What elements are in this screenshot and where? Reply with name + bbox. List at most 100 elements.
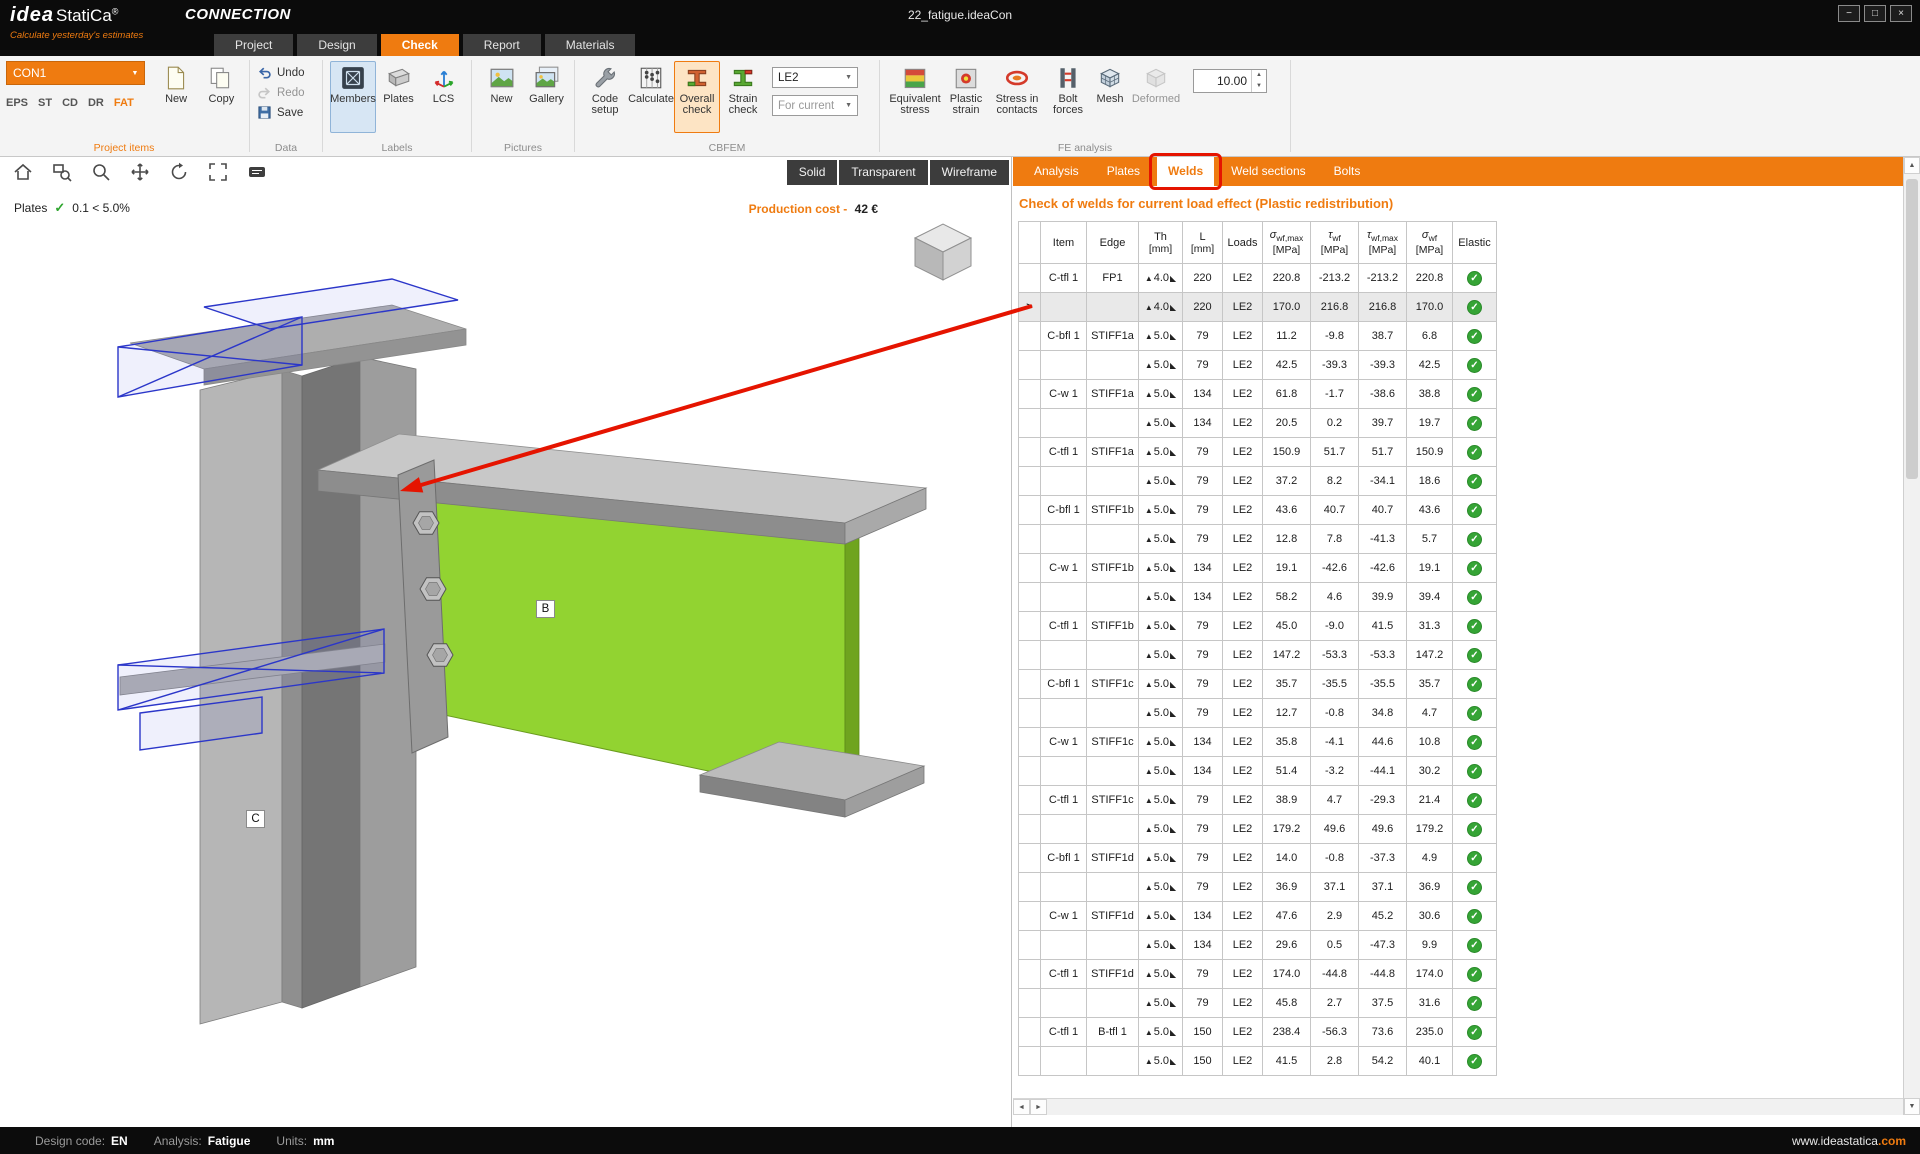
elastic-status-cell[interactable]: ✓: [1452, 466, 1497, 496]
edge-cell[interactable]: FP1: [1086, 263, 1139, 293]
undo-button[interactable]: Undo: [257, 65, 317, 80]
lcs-toggle-button[interactable]: LCS: [421, 61, 466, 133]
sigma-max-cell[interactable]: 20.5: [1262, 408, 1311, 438]
tau-max-cell[interactable]: 44.6: [1358, 727, 1407, 757]
tab-weld-sections[interactable]: Weld sections: [1220, 157, 1316, 186]
sigma-cell[interactable]: 31.3: [1406, 611, 1453, 641]
tab-materials[interactable]: Materials: [544, 34, 636, 56]
weld-check-row[interactable]: C-w 1 STIFF1d ▲5.0◣ 134 LE2 47.6 2.9 45.2 30.6 ✓: [1018, 901, 1497, 931]
sigma-cell[interactable]: 42.5: [1406, 350, 1453, 380]
loads-cell[interactable]: LE2: [1222, 263, 1263, 293]
sigma-cell[interactable]: 40.1: [1406, 1046, 1453, 1076]
copy-item-button[interactable]: Copy: [199, 61, 244, 133]
tau-cell[interactable]: -35.5: [1310, 669, 1359, 699]
throat-cell[interactable]: ▲5.0◣: [1138, 669, 1183, 699]
weld-check-row[interactable]: C-tfl 1 FP1 ▲4.0◣ 220 LE2 220.8 -213.2 -213.2 22…: [1018, 263, 1497, 293]
length-cell[interactable]: 79: [1182, 959, 1223, 989]
tau-max-cell[interactable]: 41.5: [1358, 611, 1407, 641]
elastic-status-cell[interactable]: ✓: [1452, 698, 1497, 728]
elastic-status-cell[interactable]: ✓: [1452, 669, 1497, 699]
tau-cell[interactable]: 40.7: [1310, 495, 1359, 525]
throat-cell[interactable]: ▲5.0◣: [1138, 785, 1183, 815]
sigma-cell[interactable]: 235.0: [1406, 1017, 1453, 1047]
viewport-3d[interactable]: Solid Transparent Wireframe Plates ✓ 0.1…: [0, 157, 1012, 1127]
item-cell[interactable]: C-bfl 1: [1040, 321, 1087, 351]
throat-cell[interactable]: ▲5.0◣: [1138, 1017, 1183, 1047]
edge-cell[interactable]: [1086, 350, 1139, 380]
sigma-max-cell[interactable]: 179.2: [1262, 814, 1311, 844]
throat-cell[interactable]: ▲5.0◣: [1138, 640, 1183, 670]
tau-cell[interactable]: 37.1: [1310, 872, 1359, 902]
length-cell[interactable]: 79: [1182, 640, 1223, 670]
edge-cell[interactable]: [1086, 930, 1139, 960]
tau-max-cell[interactable]: -38.6: [1358, 379, 1407, 409]
tab-bolts[interactable]: Bolts: [1323, 157, 1372, 186]
length-cell[interactable]: 79: [1182, 814, 1223, 844]
tau-cell[interactable]: 4.7: [1310, 785, 1359, 815]
elastic-status-cell[interactable]: ✓: [1452, 379, 1497, 409]
weld-check-row[interactable]: ▲5.0◣ 79 LE2 42.5 -39.3 -39.3 42.5 ✓: [1018, 350, 1497, 380]
tau-max-cell[interactable]: -41.3: [1358, 524, 1407, 554]
edge-cell[interactable]: STIFF1b: [1086, 495, 1139, 525]
weld-check-row[interactable]: C-bfl 1 STIFF1a ▲5.0◣ 79 LE2 11.2 -9.8 38.7 6.8 ✓: [1018, 321, 1497, 351]
sigma-cell[interactable]: 30.2: [1406, 756, 1453, 786]
sigma-cell[interactable]: 9.9: [1406, 930, 1453, 960]
pan-icon[interactable]: [129, 161, 151, 183]
length-cell[interactable]: 79: [1182, 437, 1223, 467]
sigma-cell[interactable]: 174.0: [1406, 959, 1453, 989]
horizontal-scrollbar[interactable]: ◄ ►: [1013, 1098, 1903, 1115]
item-cell[interactable]: [1040, 524, 1087, 554]
sigma-max-cell[interactable]: 43.6: [1262, 495, 1311, 525]
tau-cell[interactable]: -9.8: [1310, 321, 1359, 351]
tau-cell[interactable]: 0.2: [1310, 408, 1359, 438]
vertical-scrollbar[interactable]: ▲ ▼: [1903, 157, 1920, 1115]
model-3d[interactable]: [0, 157, 1012, 1127]
label-tag-icon[interactable]: [246, 161, 268, 183]
throat-cell[interactable]: ▲5.0◣: [1138, 988, 1183, 1018]
sigma-max-cell[interactable]: 37.2: [1262, 466, 1311, 496]
tau-cell[interactable]: 2.8: [1310, 1046, 1359, 1076]
throat-cell[interactable]: ▲5.0◣: [1138, 495, 1183, 525]
item-cell[interactable]: C-tfl 1: [1040, 959, 1087, 989]
loads-cell[interactable]: LE2: [1222, 321, 1263, 351]
mode-eps[interactable]: EPS: [6, 97, 28, 109]
row-marker-cell[interactable]: [1018, 669, 1041, 699]
elastic-status-cell[interactable]: ✓: [1452, 727, 1497, 757]
item-cell[interactable]: C-bfl 1: [1040, 843, 1087, 873]
tau-cell[interactable]: -0.8: [1310, 698, 1359, 728]
view-wireframe-button[interactable]: Wireframe: [929, 159, 1009, 185]
throat-cell[interactable]: ▲5.0◣: [1138, 843, 1183, 873]
sigma-max-cell[interactable]: 19.1: [1262, 553, 1311, 583]
overall-check-button[interactable]: Overall check: [674, 61, 720, 133]
length-cell[interactable]: 134: [1182, 582, 1223, 612]
item-cell[interactable]: [1040, 930, 1087, 960]
row-marker-cell[interactable]: >: [1018, 292, 1041, 322]
loads-cell[interactable]: LE2: [1222, 495, 1263, 525]
item-cell[interactable]: [1040, 814, 1087, 844]
tau-cell[interactable]: 2.9: [1310, 901, 1359, 931]
fit-view-icon[interactable]: [207, 161, 229, 183]
sigma-cell[interactable]: 6.8: [1406, 321, 1453, 351]
loads-cell[interactable]: LE2: [1222, 988, 1263, 1018]
throat-cell[interactable]: ▲5.0◣: [1138, 553, 1183, 583]
elastic-status-cell[interactable]: ✓: [1452, 1046, 1497, 1076]
elastic-status-cell[interactable]: ✓: [1452, 524, 1497, 554]
tab-project[interactable]: Project: [214, 34, 294, 56]
loads-cell[interactable]: LE2: [1222, 1046, 1263, 1076]
sigma-cell[interactable]: 150.9: [1406, 437, 1453, 467]
item-cell[interactable]: C-tfl 1: [1040, 1017, 1087, 1047]
weld-check-row[interactable]: ▲5.0◣ 134 LE2 51.4 -3.2 -44.1 30.2 ✓: [1018, 756, 1497, 786]
scroll-left-icon[interactable]: ◄: [1013, 1099, 1030, 1115]
length-cell[interactable]: 79: [1182, 611, 1223, 641]
tau-max-cell[interactable]: 51.7: [1358, 437, 1407, 467]
stepper-arrows[interactable]: ▲ ▼: [1251, 70, 1266, 92]
item-cell[interactable]: C-w 1: [1040, 553, 1087, 583]
calculate-button[interactable]: Calculate: [628, 61, 674, 133]
weld-check-row[interactable]: C-tfl 1 STIFF1a ▲5.0◣ 79 LE2 150.9 51.7 51.7 150…: [1018, 437, 1497, 467]
weld-check-row[interactable]: ▲5.0◣ 79 LE2 12.7 -0.8 34.8 4.7 ✓: [1018, 698, 1497, 728]
loads-cell[interactable]: LE2: [1222, 814, 1263, 844]
row-marker-cell[interactable]: [1018, 611, 1041, 641]
weld-check-row[interactable]: C-bfl 1 STIFF1b ▲5.0◣ 79 LE2 43.6 40.7 40.7 43.6…: [1018, 495, 1497, 525]
elastic-status-cell[interactable]: ✓: [1452, 988, 1497, 1018]
throat-cell[interactable]: ▲4.0◣: [1138, 263, 1183, 293]
